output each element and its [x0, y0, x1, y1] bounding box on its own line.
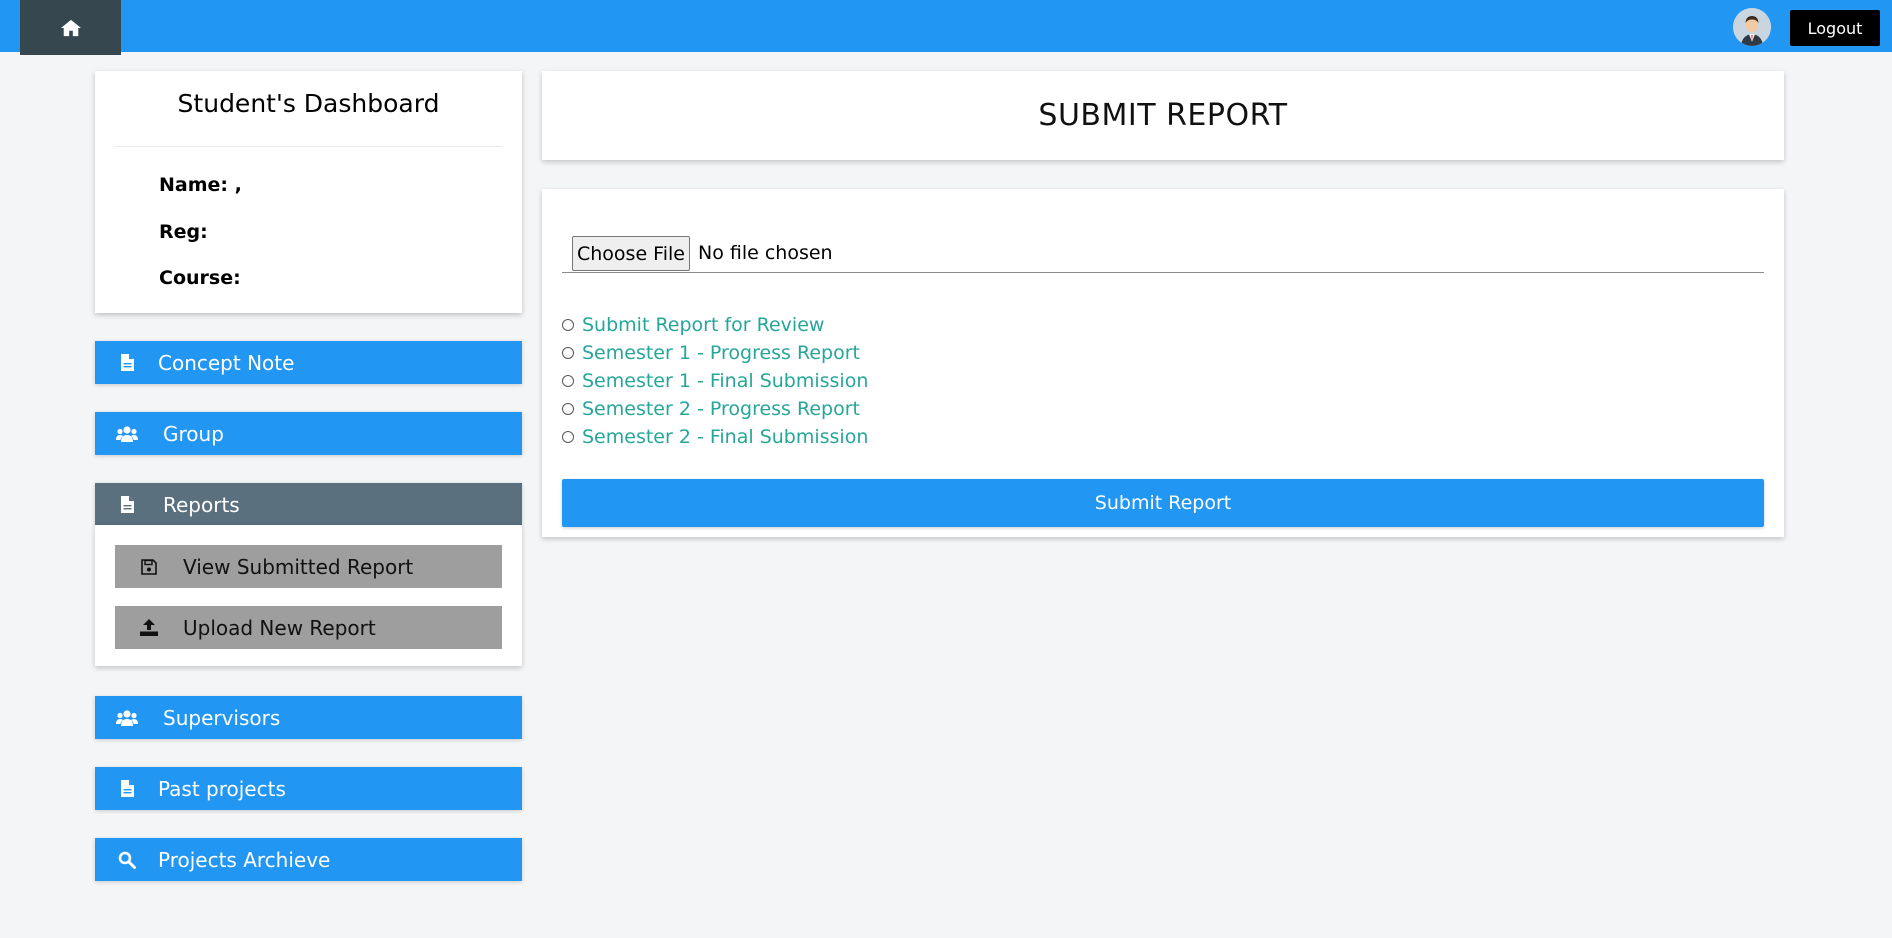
dashboard-title: Student's Dashboard: [177, 89, 440, 118]
reports-submenu: View Submitted Report Upload New Report: [95, 525, 522, 666]
sidebar-item-group[interactable]: Group: [95, 412, 522, 455]
submit-report-form: Choose File No file chosen Submit Report…: [542, 189, 1784, 537]
view-submitted-report-button[interactable]: View Submitted Report: [115, 545, 502, 588]
file-icon: [115, 495, 139, 515]
student-name: Name: ,: [159, 174, 242, 196]
report-option-sem1-final[interactable]: Semester 1 - Final Submission: [562, 369, 868, 393]
submenu-item-label: Upload New Report: [183, 615, 376, 640]
submenu-item-label: View Submitted Report: [183, 554, 414, 579]
student-profile-card: Student's Dashboard Name: , Reg: Course:: [95, 71, 522, 313]
upload-new-report-button[interactable]: Upload New Report: [115, 606, 502, 649]
sidebar-item-concept-note[interactable]: Concept Note: [95, 341, 522, 384]
sidebar-item-label: Past projects: [158, 776, 286, 801]
file-icon: [115, 353, 139, 373]
sidebar-item-label: Supervisors: [163, 705, 281, 730]
report-option-sem1-progress[interactable]: Semester 1 - Progress Report: [562, 341, 860, 365]
sidebar-item-label: Group: [163, 421, 224, 446]
divider: [115, 146, 502, 147]
student-reg: Reg:: [159, 221, 208, 243]
radio-label: Semester 2 - Progress Report: [582, 398, 860, 420]
group-icon: [115, 424, 139, 444]
submit-report-button[interactable]: Submit Report: [562, 479, 1764, 527]
radio-label: Semester 1 - Progress Report: [582, 342, 860, 364]
group-icon: [115, 708, 139, 728]
choose-file-button[interactable]: Choose File: [572, 236, 690, 271]
radio-button[interactable]: [562, 431, 574, 443]
radio-button[interactable]: [562, 347, 574, 359]
radio-label: Submit Report for Review: [582, 314, 825, 336]
sidebar-item-projects-archive[interactable]: Projects Archieve: [95, 838, 522, 881]
radio-button[interactable]: [562, 403, 574, 415]
sidebar-item-past-projects[interactable]: Past projects: [95, 767, 522, 810]
sidebar-item-label: Projects Archieve: [158, 847, 331, 872]
save-icon: [137, 557, 161, 577]
page-title-card: SUBMIT REPORT: [542, 71, 1784, 160]
sidebar-item-label: Reports: [163, 492, 240, 517]
logout-button[interactable]: Logout: [1790, 10, 1880, 46]
radio-button[interactable]: [562, 375, 574, 387]
student-course: Course:: [159, 267, 241, 289]
report-option-sem2-progress[interactable]: Semester 2 - Progress Report: [562, 397, 860, 421]
file-icon: [115, 779, 139, 799]
radio-label: Semester 2 - Final Submission: [582, 426, 869, 448]
user-avatar[interactable]: [1733, 8, 1771, 46]
home-button[interactable]: [20, 0, 121, 55]
radio-button[interactable]: [562, 319, 574, 331]
home-icon: [60, 19, 81, 36]
sidebar-item-label: Concept Note: [158, 350, 295, 375]
sidebar-item-supervisors[interactable]: Supervisors: [95, 696, 522, 739]
search-icon: [115, 850, 139, 870]
report-option-review[interactable]: Submit Report for Review: [562, 313, 824, 337]
file-input-field: Choose File No file chosen: [562, 236, 1764, 273]
upload-icon: [137, 618, 161, 638]
page-title: SUBMIT REPORT: [1038, 98, 1288, 133]
file-status-text: No file chosen: [698, 242, 833, 264]
radio-label: Semester 1 - Final Submission: [582, 370, 869, 392]
sidebar-item-reports[interactable]: Reports: [95, 483, 522, 526]
top-navbar: Logout: [0, 0, 1892, 55]
report-option-sem2-final[interactable]: Semester 2 - Final Submission: [562, 425, 868, 449]
avatar-icon: [1733, 8, 1771, 46]
